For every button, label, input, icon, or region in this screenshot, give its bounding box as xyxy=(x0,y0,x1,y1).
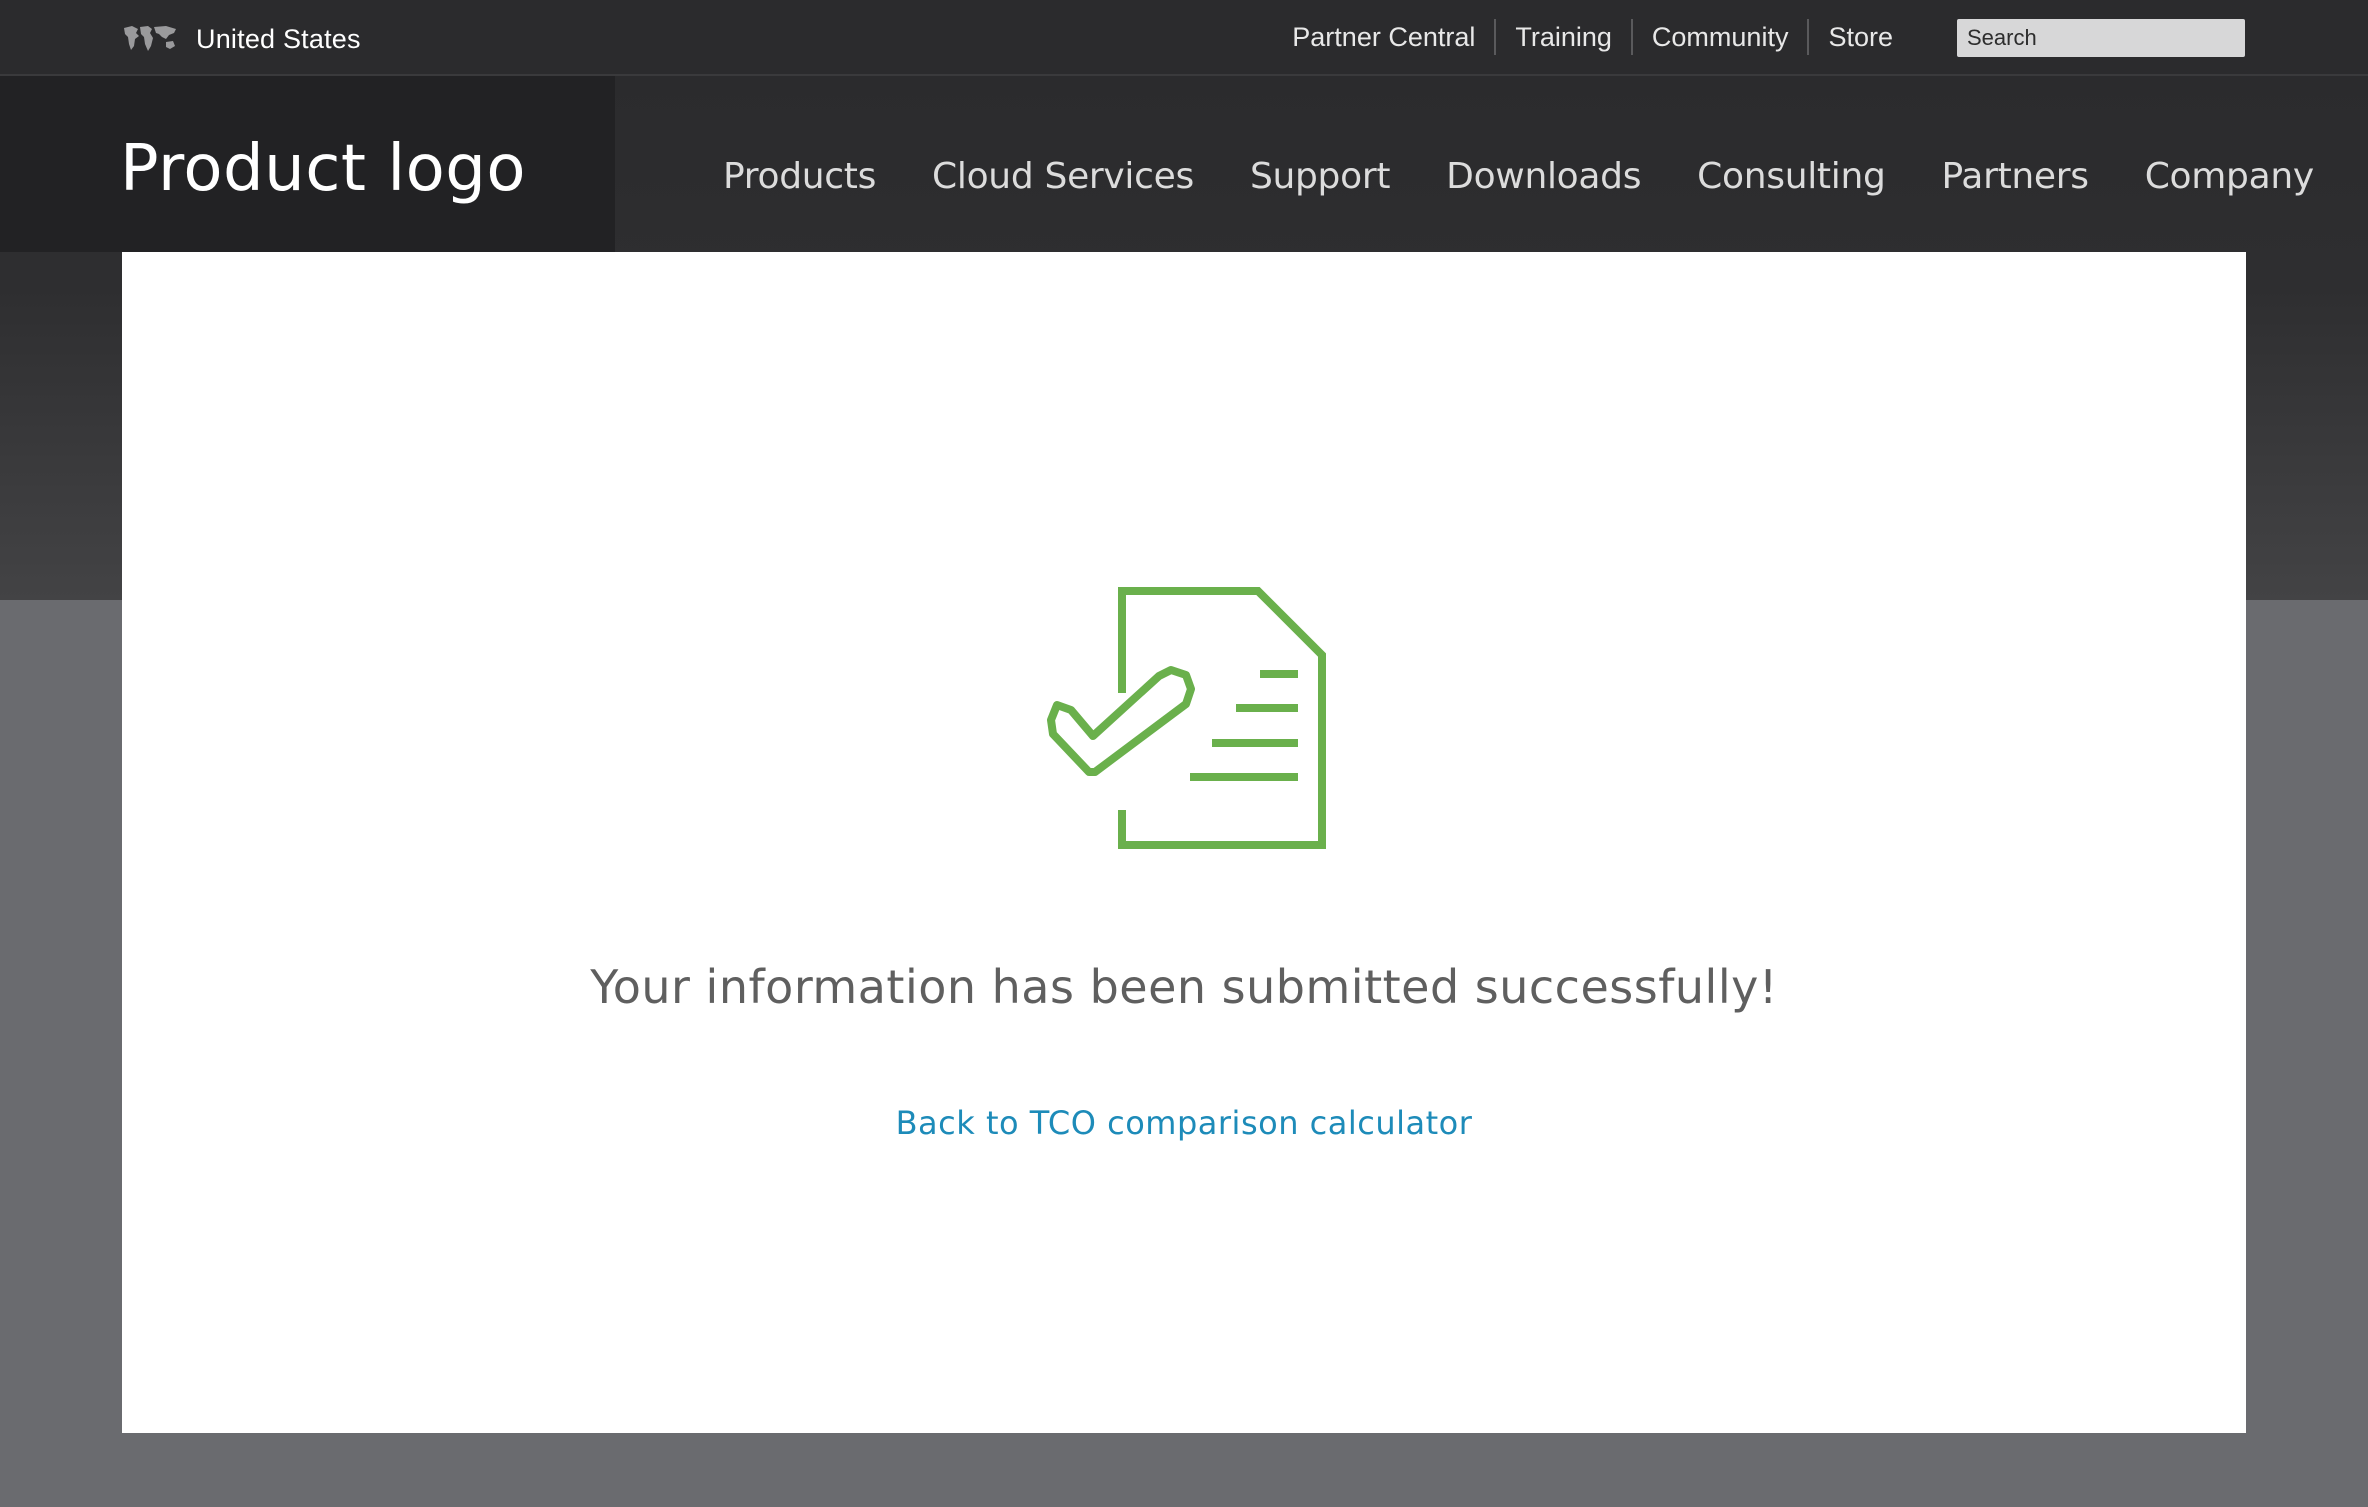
search-input[interactable] xyxy=(1957,19,2245,57)
utility-bar: United States Partner Central Training C… xyxy=(0,0,2368,76)
utility-links: Partner Central Training Community Store xyxy=(1273,18,1912,56)
nav-item-cloud-services[interactable]: Cloud Services xyxy=(932,156,1194,197)
nav-item-downloads[interactable]: Downloads xyxy=(1446,156,1641,197)
nav-item-products[interactable]: Products xyxy=(723,156,876,197)
success-message: Your information has been submitted succ… xyxy=(590,960,1778,1014)
community-link[interactable]: Community xyxy=(1633,19,1808,55)
nav-item-company[interactable]: Company xyxy=(2145,156,2314,197)
training-link[interactable]: Training xyxy=(1496,19,1631,55)
document-check-icon xyxy=(1047,587,1326,849)
world-map-icon xyxy=(124,26,176,51)
back-to-calculator-link[interactable]: Back to TCO comparison calculator xyxy=(896,1104,1473,1142)
partner-central-link[interactable]: Partner Central xyxy=(1273,19,1494,55)
store-link[interactable]: Store xyxy=(1809,19,1912,55)
confirmation-panel: Your information has been submitted succ… xyxy=(122,252,2246,1433)
main-nav: Products Cloud Services Support Download… xyxy=(695,156,2342,197)
nav-item-consulting[interactable]: Consulting xyxy=(1697,156,1886,197)
region-selector[interactable]: United States xyxy=(122,22,361,56)
product-logo[interactable]: Product logo xyxy=(120,132,526,206)
nav-item-support[interactable]: Support xyxy=(1250,156,1391,197)
back-link-container: Back to TCO comparison calculator xyxy=(122,1104,2246,1142)
nav-item-partners[interactable]: Partners xyxy=(1942,156,2090,197)
region-label: United States xyxy=(196,23,361,54)
